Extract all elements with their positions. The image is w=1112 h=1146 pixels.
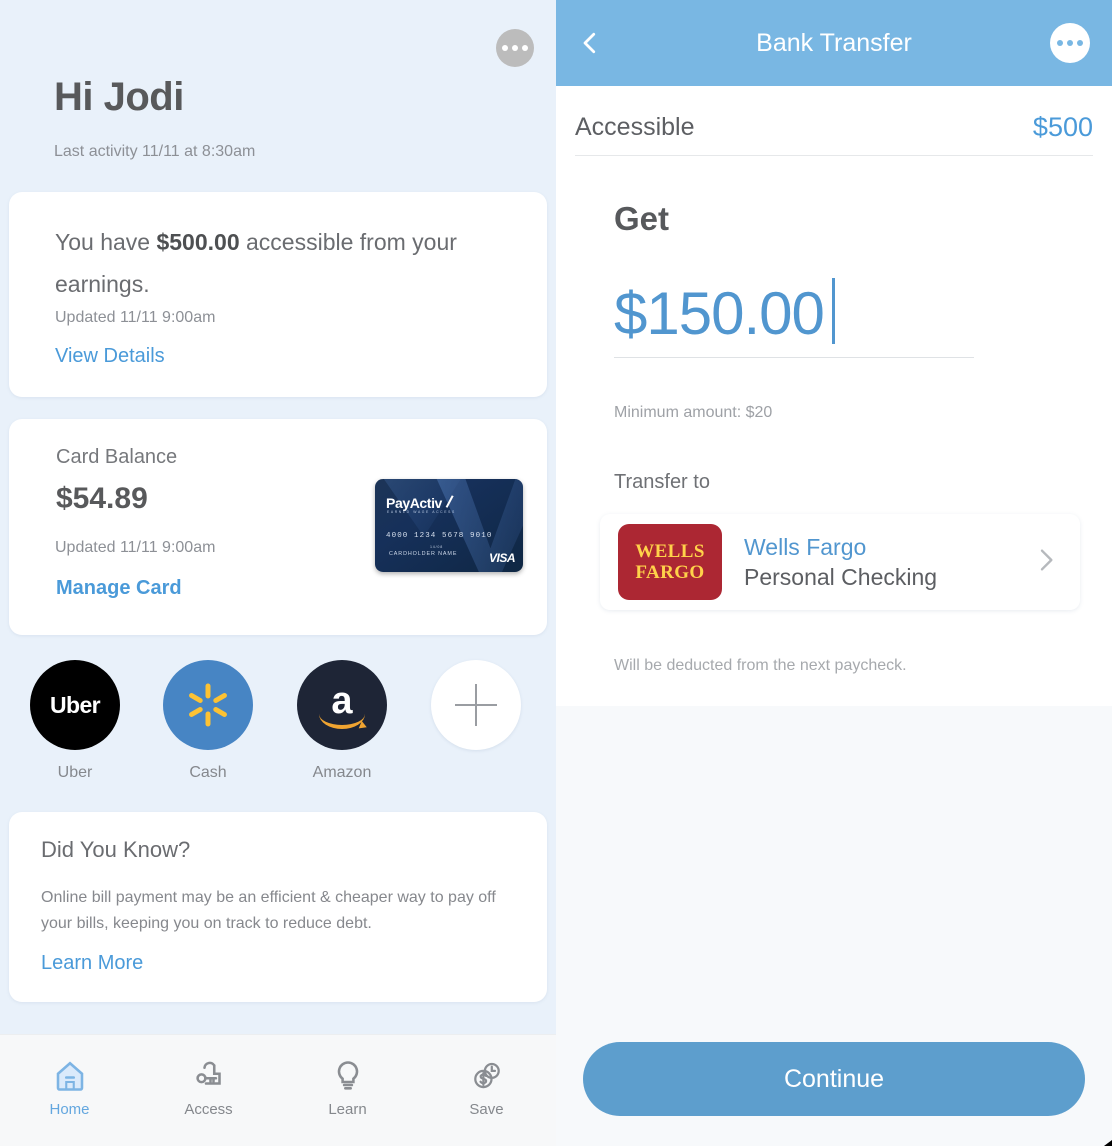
card-brand-label: PayActiv [386, 495, 442, 511]
page-title: Hi Jodi [54, 75, 184, 119]
home-screen-panel: Hi Jodi Last activity 11/11 at 8:30am Yo… [0, 0, 556, 1146]
nav-label: Home [49, 1101, 90, 1118]
bank-transfer-panel: Bank Transfer Accessible $500 Get $150.0… [556, 0, 1112, 1146]
amazon-icon: a [297, 660, 387, 750]
did-you-know-title: Did You Know? [41, 837, 191, 862]
dot [1067, 40, 1073, 46]
manage-card-link[interactable]: Manage Card [56, 577, 182, 600]
nav-item-save[interactable]: Save [417, 1055, 556, 1118]
did-you-know-body: Online bill payment may be an efficient … [41, 889, 496, 932]
nav-label: Access [184, 1101, 233, 1118]
ray [212, 706, 228, 718]
bottom-navigation: Home Access Learn Save [0, 1034, 556, 1146]
walmart-spark-icon [163, 660, 253, 750]
card-balance-label: Card Balance [56, 446, 178, 468]
wells-fargo-line1: WELLS [635, 540, 705, 562]
amount-input[interactable]: $150.00 [614, 268, 974, 358]
accessible-value: $500 [1032, 112, 1093, 142]
home-icon [0, 1055, 139, 1097]
card-balance-amount: $54.89 [56, 482, 148, 515]
key-icon [139, 1055, 278, 1097]
bank-account-text: Wells Fargo Personal Checking [744, 534, 1030, 591]
dot [522, 45, 528, 51]
shortcut-label: Uber [57, 764, 93, 781]
ray [188, 706, 204, 718]
earnings-card: You have $500.00 accessible from your ea… [9, 192, 547, 397]
nav-label: Learn [328, 1101, 367, 1118]
screen-corner-notch [1104, 1133, 1112, 1146]
transfer-to-label: Transfer to [614, 471, 710, 493]
accessible-row: Accessible $500 [575, 100, 1093, 156]
dot [502, 45, 508, 51]
wells-fargo-line2: FARGO [635, 562, 705, 583]
earnings-text-before: You have [55, 229, 157, 255]
accessible-label: Accessible [575, 113, 695, 141]
bank-name: Wells Fargo [744, 533, 867, 560]
did-you-know-card: Did You Know? Online bill payment may be… [9, 812, 547, 1002]
card-balance-updated: Updated 11/11 9:00am [55, 539, 216, 556]
ray [212, 692, 228, 704]
shortcut-uber[interactable]: Uber Uber [30, 660, 120, 782]
amazon-swoosh [319, 714, 365, 729]
more-horizontal-icon[interactable] [496, 29, 534, 67]
minimum-amount-note: Minimum amount: $20 [614, 404, 773, 421]
plus-icon [431, 660, 521, 750]
uber-icon: Uber [30, 660, 120, 750]
uber-wordmark: Uber [49, 691, 101, 718]
card-balance-card: Card Balance $54.89 Updated 11/11 9:00am… [9, 419, 547, 635]
bank-account-row[interactable]: WELLS FARGO Wells Fargo Personal Checkin… [600, 514, 1080, 610]
earnings-amount: $500.00 [156, 229, 240, 255]
card-tagline: EARNED WAGE ACCESS [387, 510, 456, 514]
deduction-note: Will be deducted from the next paycheck. [614, 657, 907, 674]
shortcut-add[interactable] [431, 660, 521, 764]
view-details-link[interactable]: View Details [55, 345, 165, 368]
lightbulb-icon [278, 1055, 417, 1097]
dot [512, 45, 518, 51]
shortcut-label: Amazon [312, 764, 372, 781]
nav-item-access[interactable]: Access [139, 1055, 278, 1118]
get-label: Get [614, 200, 670, 237]
nav-item-learn[interactable]: Learn [278, 1055, 417, 1118]
visa-logo: VISA [488, 551, 516, 565]
dot [1077, 40, 1083, 46]
more-horizontal-icon[interactable] [1050, 23, 1090, 63]
savings-clock-icon [417, 1055, 556, 1097]
ray [188, 692, 204, 704]
wells-fargo-logo: WELLS FARGO [618, 524, 722, 600]
card-expiry: 14/08 [430, 545, 443, 549]
spark-rays [186, 683, 230, 727]
nav-item-home[interactable]: Home [0, 1055, 139, 1118]
ray [205, 711, 211, 727]
card-holder-name: CARDHOLDER NAME [389, 551, 458, 557]
shortcut-cash[interactable]: Cash [163, 660, 253, 782]
plus-vertical [474, 684, 478, 726]
continue-button[interactable]: Continue [583, 1042, 1085, 1116]
shortcut-label: Cash [189, 764, 227, 781]
merchant-shortcuts: Uber Uber Cash a Amazon [0, 660, 556, 790]
earnings-updated: Updated 11/11 9:00am [55, 309, 216, 326]
dot [1057, 40, 1063, 46]
text-cursor [831, 278, 835, 344]
transfer-sheet: Accessible $500 Get $150.00 Minimum amou… [556, 86, 1112, 706]
payactiv-card-image: PayActiv EARNED WAGE ACCESS 4000 1234 56… [375, 479, 523, 572]
chevron-left-icon[interactable] [572, 25, 608, 61]
chevron-right-icon [1030, 544, 1062, 581]
app-screenshot: Hi Jodi Last activity 11/11 at 8:30am Yo… [0, 0, 1112, 1146]
ray [205, 683, 211, 699]
account-type: Personal Checking [744, 563, 938, 590]
last-activity-text: Last activity 11/11 at 8:30am [54, 143, 256, 160]
transfer-header: Bank Transfer [556, 0, 1112, 86]
nav-label: Save [469, 1101, 504, 1118]
earnings-statement: You have $500.00 accessible from your ea… [55, 221, 500, 305]
learn-more-link[interactable]: Learn More [41, 952, 143, 975]
amazon-wordmark: a [331, 680, 353, 723]
card-number: 4000 1234 5678 9010 [386, 532, 493, 540]
transfer-title: Bank Transfer [756, 28, 912, 57]
shortcut-amazon[interactable]: a Amazon [297, 660, 387, 782]
amount-value: $150.00 [614, 280, 825, 347]
